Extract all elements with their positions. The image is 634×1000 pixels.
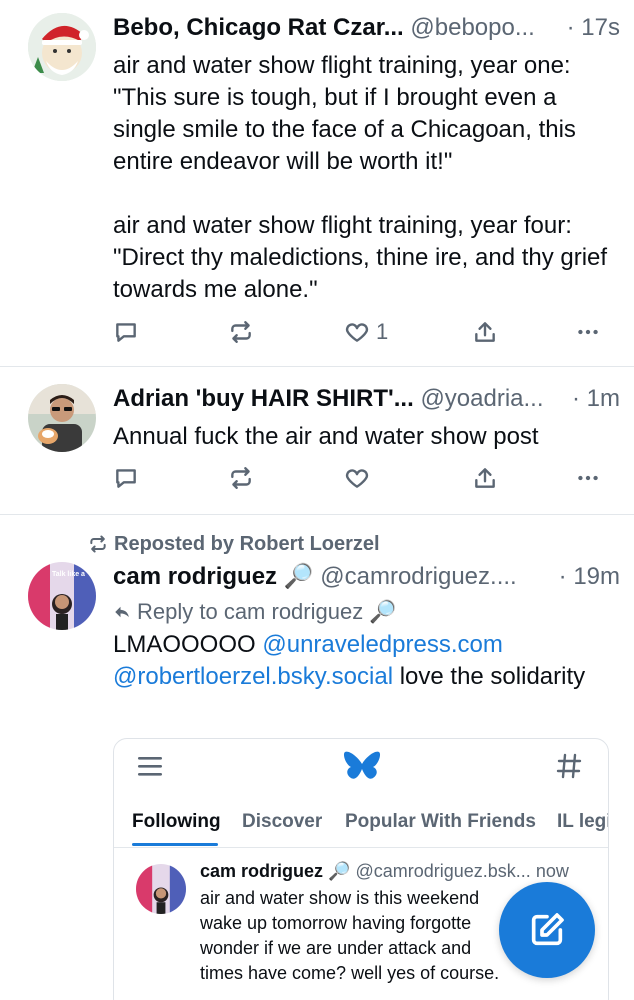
- timestamp: now: [535, 861, 569, 881]
- author-name[interactable]: Adrian 'buy HAIR SHIRT'...: [113, 385, 414, 412]
- author-handle[interactable]: @camrodriguez....: [320, 563, 516, 590]
- more-button[interactable]: [575, 316, 601, 348]
- avatar[interactable]: [28, 384, 96, 452]
- post-text-part: LMAOOOOO: [113, 631, 263, 658]
- post-header: Adrian 'buy HAIR SHIRT'... @yoadria... ·…: [113, 382, 620, 416]
- reply-to-text: Reply to cam rodriguez 🔎: [137, 599, 397, 624]
- reply-to-label[interactable]: Reply to cam rodriguez 🔎: [113, 597, 397, 627]
- like-button[interactable]: [344, 462, 370, 494]
- post-divider: [0, 514, 634, 515]
- heart-icon: [345, 469, 369, 488]
- reply-button[interactable]: [113, 462, 139, 494]
- share-icon: [475, 322, 495, 342]
- reply-button[interactable]: [113, 316, 139, 348]
- like-count: 1: [376, 319, 389, 344]
- tab-following[interactable]: Following: [132, 811, 221, 833]
- repost-icon: [90, 535, 106, 553]
- post-header: cam rodriguez 🔎 @camrodriguez.... · 19m: [113, 560, 620, 594]
- tab-popular-with-friends[interactable]: Popular With Friends: [345, 811, 536, 833]
- post-bebo[interactable]: Bebo, Chicago Rat Czar... @bebopo... · 1…: [0, 0, 634, 366]
- timestamp[interactable]: 19m: [573, 563, 620, 590]
- tab-discover[interactable]: Discover: [242, 811, 322, 833]
- repost-label[interactable]: Reposted by Robert Loerzel: [88, 530, 380, 558]
- reply-icon: [116, 469, 136, 488]
- menu-icon: [138, 757, 162, 776]
- post-text: air and water show flight training, year…: [113, 52, 608, 303]
- more-button[interactable]: [575, 462, 601, 494]
- mention-link[interactable]: @unraveledpress.com: [262, 631, 502, 658]
- author-name: cam rodriguez 🔎: [200, 861, 351, 881]
- separator-dot: ·: [571, 385, 580, 412]
- post-text: LMAOOOOO @unraveledpress.com @robertloer…: [113, 629, 614, 693]
- post-adrian[interactable]: Adrian 'buy HAIR SHIRT'... @yoadria... ·…: [0, 367, 634, 514]
- post-text: Annual fuck the air and water show post: [113, 423, 539, 450]
- tab-il-legi[interactable]: IL legi: [557, 811, 608, 833]
- timestamp[interactable]: 1m: [587, 385, 620, 412]
- hashtag-icon: [556, 753, 582, 779]
- avatar[interactable]: [28, 13, 96, 81]
- post-header: Bebo, Chicago Rat Czar... @bebopo... · 1…: [113, 11, 620, 45]
- action-bar: [113, 462, 611, 494]
- timestamp[interactable]: 17s: [581, 14, 620, 41]
- compose-icon: [531, 913, 564, 946]
- embedded-app-header: [114, 739, 608, 799]
- share-button[interactable]: [472, 462, 498, 494]
- separator-dot: ·: [558, 563, 567, 590]
- active-tab-indicator: [132, 843, 218, 846]
- share-icon: [475, 468, 495, 488]
- avatar[interactable]: Talk like a: [28, 562, 96, 630]
- more-icon: [578, 329, 598, 335]
- action-bar: 1: [113, 316, 611, 348]
- repost-label-text: Reposted by Robert Loerzel: [114, 533, 380, 555]
- feed-tabs: Following Discover Popular With Friends …: [114, 799, 608, 847]
- butterfly-icon: [343, 751, 381, 779]
- avatar[interactable]: [136, 864, 186, 914]
- post-text-part: love the solidarity: [393, 663, 586, 690]
- inner-post-text: air and water show is this weekend wake …: [200, 888, 500, 983]
- svg-text:Talk like a: Talk like a: [52, 571, 85, 578]
- share-button[interactable]: [472, 316, 498, 348]
- author-name[interactable]: cam rodriguez 🔎: [113, 563, 314, 590]
- author-handle[interactable]: @bebopo...: [410, 14, 534, 41]
- separator-dot: ·: [566, 14, 575, 41]
- repost-button[interactable]: [228, 316, 254, 348]
- heart-icon: [345, 323, 369, 342]
- inner-post-header: cam rodriguez 🔎 @camrodriguez.bsk... now: [200, 858, 594, 884]
- repost-icon: [231, 467, 251, 489]
- repost-button[interactable]: [228, 462, 254, 494]
- reply-icon: [116, 323, 136, 342]
- repost-icon: [231, 321, 251, 343]
- more-icon: [578, 475, 598, 481]
- author-handle: @camrodriguez.bsk...: [355, 861, 531, 881]
- compose-button[interactable]: [499, 882, 595, 978]
- reply-arrow-icon: [115, 606, 129, 618]
- author-handle[interactable]: @yoadria...: [420, 385, 543, 412]
- mention-link[interactable]: @robertloerzel.bsky.social: [113, 663, 393, 690]
- author-name[interactable]: Bebo, Chicago Rat Czar...: [113, 14, 404, 41]
- like-button[interactable]: 1: [344, 316, 388, 348]
